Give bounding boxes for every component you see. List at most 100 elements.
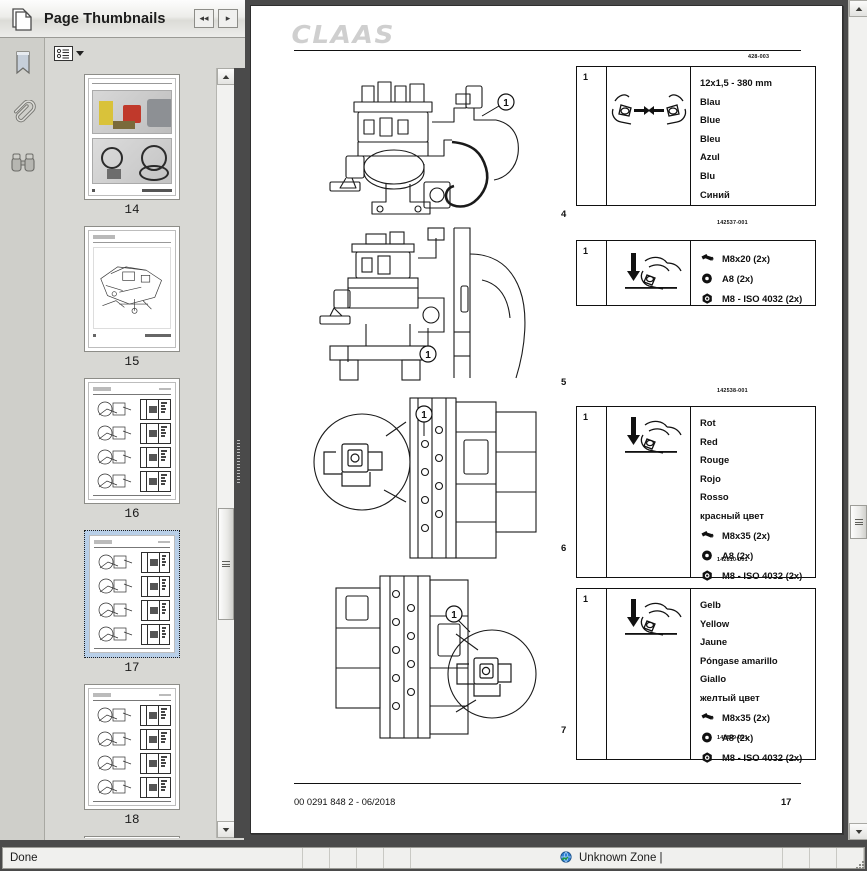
navigation-pane: Page Thumbnails ◂◂ ▸ 14 15 16 17 18	[0, 0, 245, 840]
sheet-reference: 428-003	[748, 54, 770, 60]
figure-reference-4: 142809-001	[717, 735, 748, 741]
table-4-part-row: M8x35 (2x)	[700, 708, 815, 728]
thumbnail-page-number: 14	[124, 203, 140, 217]
thumbnail-list[interactable]: 14 15 16 17 18 19	[48, 68, 216, 838]
resize-grip-icon[interactable]	[854, 859, 864, 869]
table-4-line: Gelb	[700, 599, 721, 610]
document-scrollbar[interactable]	[848, 0, 867, 840]
table-3-item-number: 1	[577, 407, 607, 577]
thumbnail-page-number: 17	[124, 661, 140, 675]
footer-rule	[294, 783, 801, 785]
table-1-line: Bleu	[700, 132, 721, 144]
footer-page-number: 17	[781, 797, 792, 807]
figure-reference-3: 142810-001	[717, 557, 748, 563]
thumbnail-preview	[88, 78, 176, 196]
thumbnail-item[interactable]: 15	[48, 226, 216, 369]
thumbnail-page-17[interactable]	[84, 530, 180, 658]
parts-table-3: 1 Rot Red Rouge Rojo Rosso красный цвет …	[576, 406, 816, 581]
navigation-pane-header: Page Thumbnails ◂◂ ▸	[0, 0, 245, 38]
list-options-icon	[54, 45, 73, 61]
attachments-icon[interactable]	[0, 88, 45, 138]
pane-splitter[interactable]	[234, 68, 245, 838]
thumbnail-page-number: 16	[124, 507, 140, 521]
illustration-3: 1	[306, 392, 556, 564]
table-1-line: Синий	[700, 188, 730, 200]
part-label: M8x35 (2x)	[722, 530, 770, 542]
nut-icon	[702, 570, 712, 581]
next-page-button[interactable]: ▸	[218, 9, 238, 28]
step-number-6: 6	[561, 543, 567, 554]
document-scroll-up-button[interactable]	[849, 0, 867, 17]
thumbnail-item[interactable]: 16	[48, 378, 216, 521]
thumbnail-options-button[interactable]	[54, 45, 84, 61]
thumbnail-page-15[interactable]	[84, 226, 180, 352]
application-window: Page Thumbnails ◂◂ ▸ 14 15 16 17 18 CLAA…	[0, 0, 867, 871]
scroll-up-button[interactable]	[217, 68, 235, 85]
table-1-line: Blue	[700, 114, 721, 126]
bookmarks-icon[interactable]	[0, 38, 45, 88]
figure-reference-1: 142537-001	[717, 220, 748, 226]
thumbnail-item[interactable]: 17	[48, 530, 216, 675]
thumbnail-page-16[interactable]	[84, 378, 180, 504]
table-4-pictogram	[607, 589, 691, 759]
previous-page-button[interactable]: ◂◂	[194, 9, 214, 28]
status-bar-inner: Done Unknown Zone |	[2, 847, 865, 869]
thumbnail-page-19[interactable]	[84, 836, 180, 838]
header-rule	[294, 50, 801, 52]
svg-text:1: 1	[503, 98, 509, 109]
svg-text:1: 1	[421, 410, 427, 421]
nut-icon	[702, 752, 712, 763]
svg-text:1: 1	[451, 610, 457, 621]
bolt-icon	[701, 253, 714, 261]
navigation-buttons: ◂◂ ▸	[194, 9, 245, 28]
table-1-line: Azul	[700, 151, 720, 163]
thumbnail-item[interactable]: 18	[48, 684, 216, 827]
table-4-item-number: 1	[577, 589, 607, 759]
part-label: M8 - ISO 4032 (2x)	[722, 752, 803, 764]
thumbnail-preview	[88, 382, 176, 500]
table-4-line: Póngase amarillo	[700, 654, 778, 666]
search-icon[interactable]	[0, 138, 45, 188]
washer-icon	[702, 732, 713, 743]
washer-icon	[702, 273, 713, 283]
status-cell-1	[303, 848, 330, 868]
table-1-pictogram	[607, 67, 691, 205]
thumbnail-item[interactable]: 14	[48, 74, 216, 217]
scroll-down-button[interactable]	[217, 821, 235, 838]
table-4-line: Yellow	[700, 617, 730, 629]
thumbnail-preview	[88, 230, 176, 348]
part-label: M8 - ISO 4032 (2x)	[722, 570, 803, 582]
table-1-item-number: 1	[577, 67, 607, 205]
security-zone-label: Unknown Zone |	[579, 852, 663, 864]
status-cell-5	[783, 848, 810, 868]
thumbnail-page-18[interactable]	[84, 684, 180, 810]
table-3-line: красный цвет	[700, 509, 764, 521]
parts-table-2: 1 M8x20 (2x) A8 (2x) M8 - ISO 4032 (2x)	[576, 240, 816, 306]
table-2-part-row: M8x20 (2x)	[700, 248, 815, 268]
table-3-line: Rojo	[700, 472, 721, 484]
document-scroll-down-button[interactable]	[849, 823, 867, 840]
thumbnail-preview	[88, 688, 176, 806]
thumbnail-toolbar	[46, 38, 245, 68]
claas-logo: CLAAS	[291, 20, 395, 49]
illustration-2: 1	[306, 224, 556, 384]
scroll-grip-icon	[222, 560, 230, 569]
bolt-icon	[701, 713, 714, 720]
thumbnail-page-number: 15	[124, 355, 140, 369]
parts-table-1: 1 12x1,5 - 380 mm Blau Blue Bleu Azul Bl…	[576, 66, 816, 206]
security-zone-indicator[interactable]: Unknown Zone |	[411, 848, 783, 868]
status-cell-6	[810, 848, 837, 868]
thumbnail-page-14[interactable]	[84, 74, 180, 200]
document-scroll-thumb[interactable]	[850, 505, 867, 539]
thumbnail-item[interactable]: 19	[48, 836, 216, 838]
table-4-part-row: M8 - ISO 4032 (2x)	[700, 748, 815, 768]
part-label: M8 - ISO 4032 (2x)	[722, 292, 803, 304]
status-cell-3	[357, 848, 384, 868]
table-4-line: желтый цвет	[700, 691, 760, 703]
status-text: Done	[3, 848, 303, 868]
table-2-item-number: 1	[577, 241, 607, 305]
table-3-part-row: M8 - ISO 4032 (2x)	[700, 566, 815, 586]
thumbnail-scrollbar[interactable]	[216, 68, 235, 838]
table-1-line: 12x1,5 - 380 mm	[700, 77, 772, 88]
thumbnail-scroll-thumb[interactable]	[218, 508, 234, 620]
